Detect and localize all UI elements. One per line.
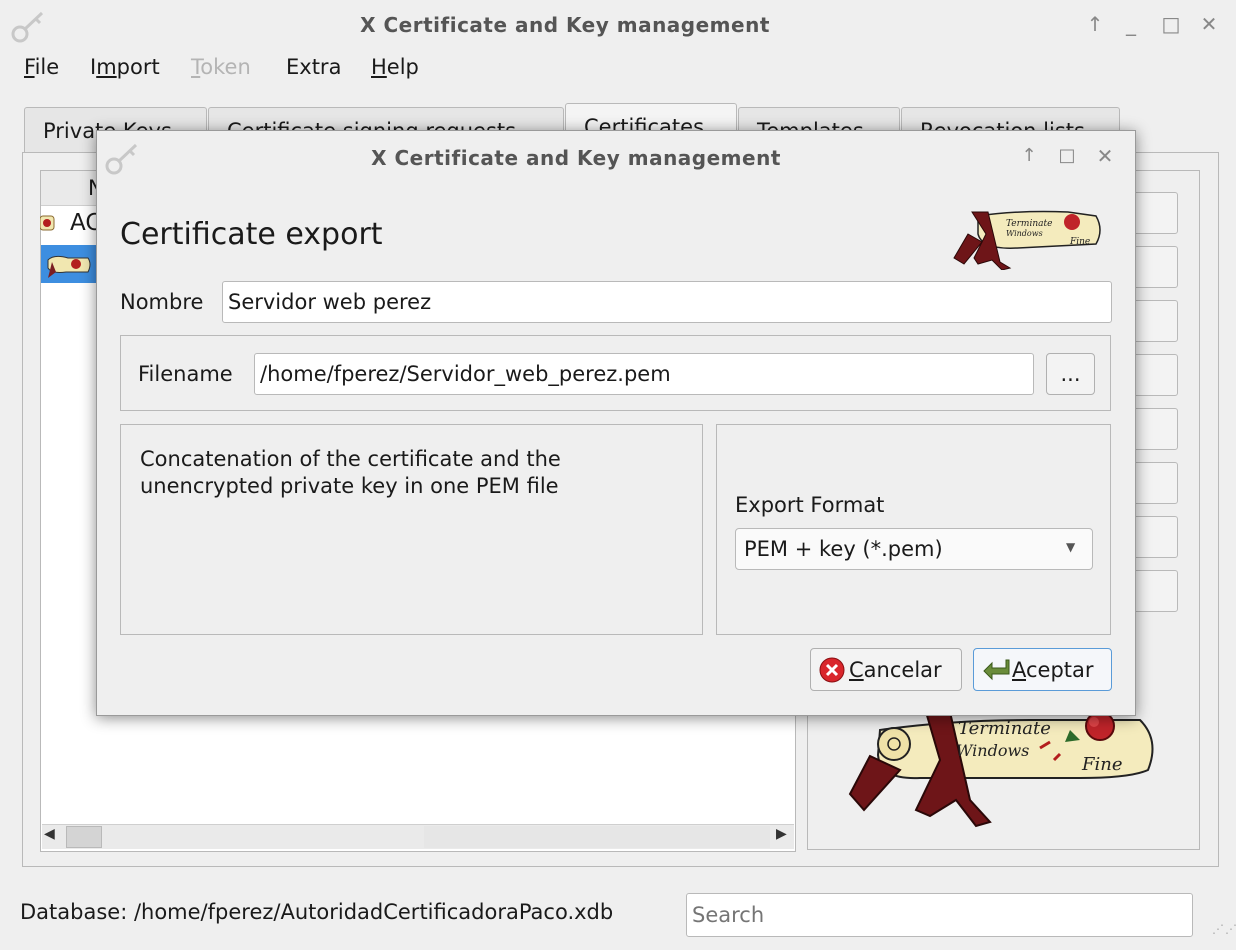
description-line-1: Concatenation of the certificate and the: [140, 447, 561, 471]
menu-file[interactable]: File: [24, 55, 59, 79]
menu-extra[interactable]: Extra: [286, 55, 341, 79]
chevron-down-icon: ▼: [1066, 540, 1076, 554]
search-input[interactable]: [686, 893, 1193, 937]
dialog-close-icon[interactable]: ✕: [1092, 143, 1118, 169]
certificate-icon: [47, 255, 91, 278]
format-description: Concatenation of the certificate and the…: [140, 446, 561, 500]
scroll-left-icon[interactable]: ◀: [44, 826, 55, 842]
cancel-button[interactable]: Cancelar: [810, 648, 962, 691]
cancel-label: Cancelar: [849, 658, 942, 682]
maximize-icon[interactable]: □: [1158, 11, 1184, 37]
svg-text:Fine: Fine: [1069, 237, 1090, 247]
export-format-value: PEM + key (*.pem): [744, 537, 943, 561]
svg-text:Terminate: Terminate: [1006, 219, 1052, 229]
dialog-title: X Certificate and Key management: [371, 146, 781, 170]
filename-label: Filename: [138, 362, 233, 386]
menubar: [0, 50, 1236, 88]
name-field[interactable]: [222, 281, 1112, 323]
accept-label: Aceptar: [1012, 658, 1094, 682]
minimize-icon[interactable]: _: [1118, 11, 1144, 37]
export-format-select[interactable]: PEM + key (*.pem): [735, 528, 1093, 570]
description-line-2: unencrypted private key in one PEM file: [140, 474, 559, 498]
scroll-logo-icon: Terminate Windows Fine: [848, 711, 1154, 828]
dialog-maximize-icon[interactable]: □: [1054, 143, 1080, 169]
dialog-scroll-logo-icon: Terminate Windows Fine: [953, 210, 1101, 270]
database-path: Database: /home/fperez/AutoridadCertific…: [20, 900, 614, 924]
scrollbar-track: [424, 826, 770, 848]
window-title: X Certificate and Key management: [360, 13, 770, 37]
svg-text:Windows: Windows: [1006, 229, 1043, 238]
dialog-keep-above-icon[interactable]: ↑: [1016, 143, 1042, 169]
certificate-icon: [40, 215, 55, 231]
menu-help[interactable]: Help: [371, 55, 419, 79]
menu-token: Token: [191, 55, 251, 79]
scrollbar-thumb[interactable]: [66, 826, 102, 848]
scroll-right-icon[interactable]: ▶: [776, 826, 787, 842]
dialog-heading: Certificate export: [120, 217, 383, 252]
svg-text:Windows: Windows: [956, 741, 1029, 760]
keep-above-icon[interactable]: ↑: [1082, 11, 1108, 37]
cancel-icon: [819, 657, 845, 683]
resize-grip-icon[interactable]: ⋰⋰: [1212, 922, 1236, 936]
accept-button[interactable]: Aceptar: [973, 648, 1112, 691]
check-arrow-icon: [983, 659, 1010, 681]
close-icon[interactable]: ✕: [1196, 11, 1222, 37]
logo-text: Terminate: [958, 718, 1051, 739]
export-format-label: Export Format: [735, 493, 885, 517]
menu-import[interactable]: Import: [90, 55, 160, 79]
svg-text:Fine: Fine: [1081, 754, 1123, 775]
filename-field[interactable]: [254, 353, 1034, 395]
name-label: Nombre: [120, 290, 204, 314]
browse-button[interactable]: ...: [1046, 353, 1095, 395]
